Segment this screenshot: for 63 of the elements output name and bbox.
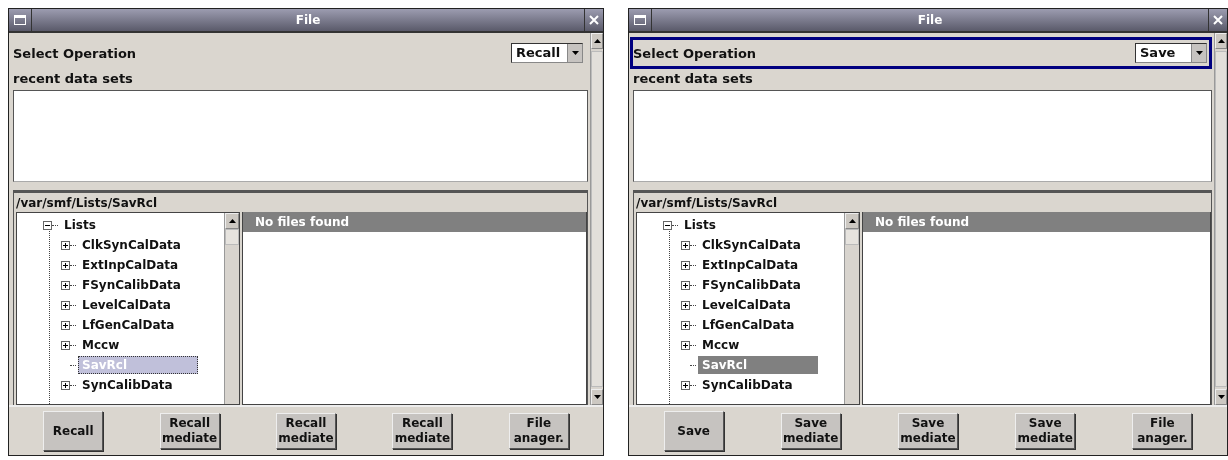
action-button[interactable]: Recall mediate [159, 413, 220, 449]
scroll-up-icon [1217, 39, 1225, 43]
file-list-header: No files found [863, 212, 1210, 232]
tree-item[interactable]: Mccw [78, 336, 124, 354]
tree-item[interactable]: ExtInpCalData [78, 256, 183, 274]
scroll-thumb[interactable] [1215, 51, 1227, 387]
action-button[interactable]: Save [663, 411, 724, 451]
tree-item[interactable]: SynCalibData [78, 376, 177, 394]
file-list[interactable]: No files found [862, 212, 1211, 405]
dropdown-arrow-icon [571, 51, 579, 55]
action-button[interactable]: Save mediate [1015, 413, 1076, 449]
tree-item[interactable]: Mccw [698, 336, 744, 354]
tree-item[interactable]: LfGenCalData [78, 316, 179, 334]
path-label: /var/smf/Lists/SavRcl [635, 195, 779, 212]
tree-item[interactable]: LfGenCalData [698, 316, 799, 334]
file-list[interactable]: No files found [242, 212, 587, 405]
recent-label: recent data sets [13, 71, 134, 86]
tree-item[interactable]: SynCalibData [698, 376, 797, 394]
tree-scrollbar[interactable] [844, 213, 859, 404]
close-icon [1213, 15, 1223, 25]
tree-item[interactable]: ClkSynCalData [698, 236, 805, 254]
close-icon [589, 15, 599, 25]
window-icon [634, 15, 646, 25]
operation-label: Select Operation [13, 45, 137, 61]
window-icon [14, 15, 26, 25]
scroll-up-icon [848, 219, 856, 223]
tree-item[interactable]: ExtInpCalData [698, 256, 803, 274]
action-button[interactable]: File anager. [508, 413, 569, 449]
tree-item[interactable]: FSynCalibData [698, 276, 805, 294]
tree-scrollbar[interactable] [224, 213, 239, 404]
tree-item[interactable]: Lists [680, 216, 720, 234]
scroll-up-icon [228, 219, 236, 223]
scroll-up-icon [593, 39, 601, 43]
tree-item[interactable]: LevelCalData [698, 296, 795, 314]
action-button[interactable]: File anager. [1132, 413, 1193, 449]
tree-item[interactable]: SavRcl [698, 356, 818, 374]
tree-item[interactable]: Lists [60, 216, 100, 234]
scroll-down-icon [593, 395, 601, 399]
action-button[interactable]: Recall mediate [276, 413, 336, 449]
recent-label: recent data sets [633, 71, 754, 86]
path-label: /var/smf/Lists/SavRcl [15, 195, 159, 212]
scroll-thumb[interactable] [591, 51, 603, 387]
tree-item[interactable]: FSynCalibData [78, 276, 185, 294]
tree-item[interactable]: ClkSynCalData [78, 236, 185, 254]
scroll-down-icon [1217, 395, 1225, 399]
file-list-header: No files found [243, 212, 586, 232]
operation-dropdown[interactable]: Save [1135, 43, 1207, 63]
window-title: File [916, 12, 944, 29]
action-button[interactable]: Save mediate [780, 413, 841, 449]
action-button[interactable]: Recall [43, 411, 104, 451]
action-button[interactable]: Recall mediate [392, 413, 453, 449]
operation-label: Select Operation [633, 45, 757, 61]
recent-list[interactable] [633, 90, 1212, 182]
dropdown-arrow-icon [1195, 51, 1203, 55]
window-title: File [294, 12, 322, 29]
operation-dropdown[interactable]: Recall [511, 43, 583, 63]
scrollbar[interactable] [1214, 33, 1227, 405]
scroll-thumb[interactable] [845, 229, 859, 245]
scroll-thumb[interactable] [225, 229, 239, 245]
recent-list[interactable] [13, 90, 588, 182]
action-button[interactable]: Save mediate [898, 413, 958, 449]
tree-item[interactable]: LevelCalData [78, 296, 175, 314]
scrollbar[interactable] [590, 33, 603, 405]
